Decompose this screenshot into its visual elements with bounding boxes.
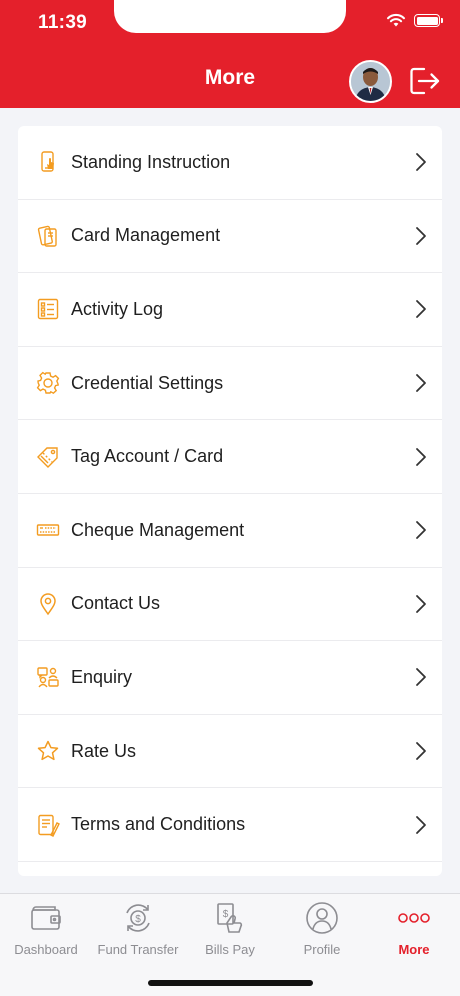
chevron-right-icon <box>416 815 426 834</box>
tab-more[interactable]: More <box>368 900 460 960</box>
chevron-right-icon <box>416 153 426 172</box>
tag-icon <box>36 445 60 469</box>
menu-item-label: Standing Instruction <box>71 151 231 172</box>
menu-item-standing-instruction[interactable]: Standing Instruction <box>18 126 442 200</box>
menu-item-label: Terms and Conditions <box>71 814 246 835</box>
document-icon <box>36 813 60 837</box>
device-notch <box>114 0 346 33</box>
tab-bills-pay[interactable]: $ Bills Pay <box>184 900 276 960</box>
menu-item-label: Tag Account / Card <box>71 446 224 467</box>
menu-item-card-management[interactable]: Card Management <box>18 200 442 274</box>
enquiry-icon <box>36 665 60 689</box>
tab-label: Fund Transfer <box>97 942 179 957</box>
phone-touch-icon <box>36 150 60 174</box>
tab-fund-transfer[interactable]: $ Fund Transfer <box>92 900 184 960</box>
chevron-right-icon <box>416 742 426 760</box>
menu-item-label: Credential Settings <box>71 372 224 393</box>
location-pin-icon <box>36 592 60 616</box>
tab-dashboard[interactable]: Dashboard <box>0 900 92 960</box>
status-icons <box>386 13 443 28</box>
checklist-icon <box>36 297 60 321</box>
logout-icon <box>410 67 440 95</box>
menu-item-activity-log[interactable]: Activity Log <box>18 273 442 347</box>
wallet-icon <box>28 900 64 936</box>
menu-item-label: Card Management <box>71 225 221 246</box>
status-time: 11:39 <box>38 12 88 33</box>
chevron-right-icon <box>416 521 426 540</box>
tab-label: Dashboard <box>14 942 78 957</box>
menu-item-label: Contact Us <box>71 593 161 614</box>
chevron-right-icon <box>416 226 426 245</box>
menu-item-enquiry[interactable]: Enquiry <box>18 641 442 715</box>
menu-item-cheque-management[interactable]: Cheque Management <box>18 494 442 568</box>
svg-text:$: $ <box>223 909 229 920</box>
tab-label: Profile <box>303 942 341 957</box>
chevron-right-icon <box>416 447 426 466</box>
avatar[interactable] <box>349 60 392 103</box>
menu-list: Standing Instruction Card Management Act… <box>18 126 442 876</box>
tab-label: Bills Pay <box>205 942 255 957</box>
chevron-right-icon <box>416 374 426 392</box>
tab-profile[interactable]: Profile <box>276 900 368 960</box>
menu-item-label: Enquiry <box>71 666 133 687</box>
menu-item-label: Rate Us <box>71 740 137 761</box>
chevron-right-icon <box>416 300 426 319</box>
svg-text:$: $ <box>135 914 141 925</box>
cards-icon <box>36 224 60 248</box>
more-dots-icon <box>396 900 432 936</box>
star-icon <box>36 739 60 763</box>
logout-button[interactable] <box>409 66 441 96</box>
bill-icon: $ <box>212 900 248 936</box>
menu-item-credential-settings[interactable]: Credential Settings <box>18 347 442 421</box>
menu-item-contact-us[interactable]: Contact Us <box>18 568 442 642</box>
wifi-icon <box>386 13 406 27</box>
menu-item-tag-account-card[interactable]: Tag Account / Card <box>18 420 442 494</box>
battery-icon <box>414 14 443 27</box>
money-transfer-icon: $ <box>120 900 156 936</box>
gear-icon <box>36 371 60 395</box>
user-icon <box>304 900 340 936</box>
menu-item-rate-us[interactable]: Rate Us <box>18 715 442 789</box>
tab-label: More <box>398 942 430 957</box>
menu-item-label: Cheque Management <box>71 519 245 540</box>
menu-item-label: Activity Log <box>71 298 164 319</box>
home-indicator <box>148 980 313 986</box>
app-header: 11:39 More <box>0 0 460 108</box>
cheque-icon <box>36 518 60 542</box>
menu-item-terms-and-conditions[interactable]: Terms and Conditions <box>18 788 442 862</box>
chevron-right-icon <box>416 668 426 687</box>
chevron-right-icon <box>416 594 426 613</box>
